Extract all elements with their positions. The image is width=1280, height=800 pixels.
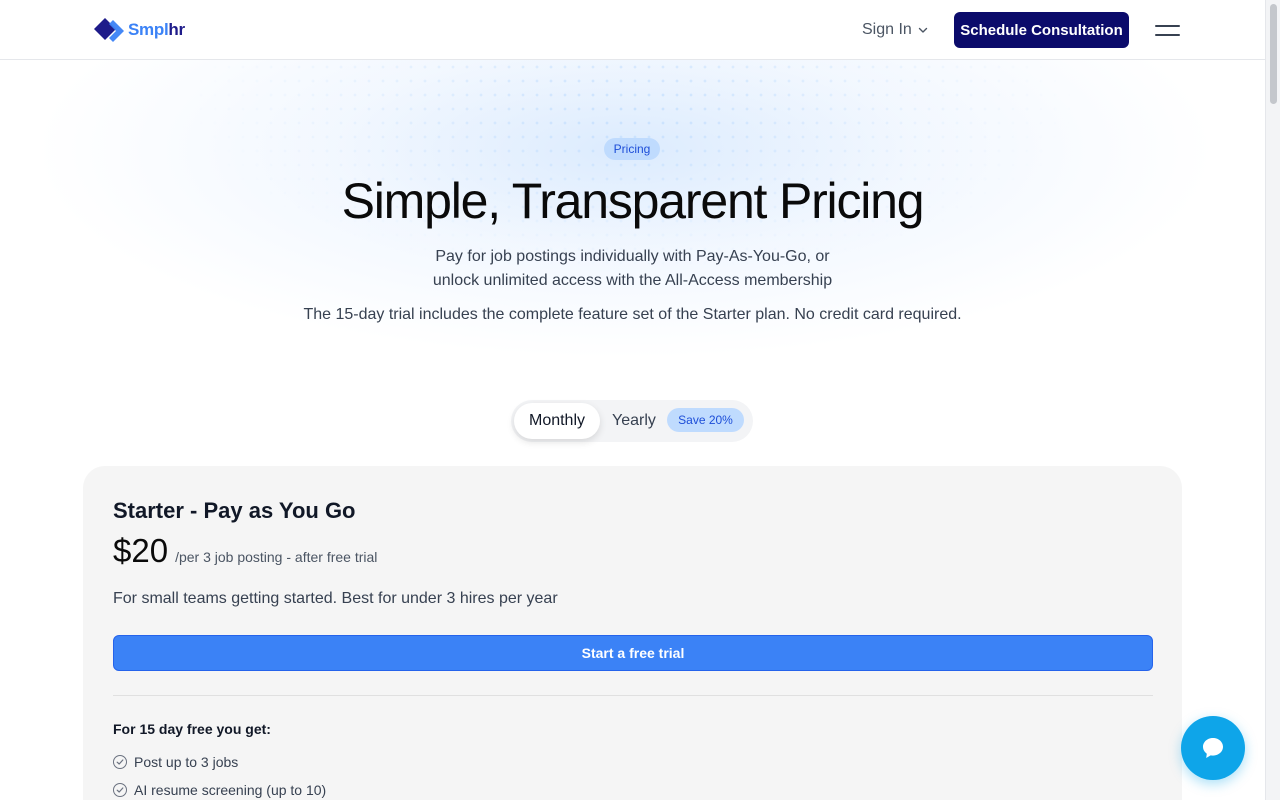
schedule-consultation-button[interactable]: Schedule Consultation (954, 12, 1129, 48)
plan-name: Starter - Pay as You Go (113, 498, 356, 523)
toggle-monthly[interactable]: Monthly (514, 403, 600, 439)
feature-label: AI resume screening (up to 10) (134, 782, 327, 798)
hero-subtitle: Pay for job postings individually with P… (0, 245, 1265, 293)
page-scrollbar[interactable] (1265, 0, 1280, 800)
sign-in-label: Sign In (862, 21, 912, 38)
hamburger-line (1155, 33, 1180, 36)
logo-wordmark: Smplhr (128, 20, 185, 40)
site-header: Smplhr Sign In Schedule Consultation (0, 0, 1265, 60)
plan-description: For small teams getting started. Best fo… (113, 590, 558, 607)
start-free-trial-button[interactable]: Start a free trial (113, 635, 1153, 671)
check-circle-icon (113, 755, 127, 769)
list-item: Post up to 3 jobs (113, 748, 326, 776)
chat-bubble-icon (1203, 738, 1223, 758)
page-title: Simple, Transparent Pricing (341, 173, 925, 229)
plan-divider (113, 695, 1153, 696)
check-circle-icon (113, 783, 127, 797)
chat-launcher-button[interactable] (1181, 716, 1245, 780)
features-title: For 15 day free you get: (113, 721, 271, 737)
feature-label: Post up to 3 jobs (134, 754, 239, 770)
plan-price-row: $20 /per 3 job posting - after free tria… (113, 532, 377, 570)
pricing-pill-badge: Pricing (604, 138, 660, 160)
sign-in-menu[interactable]: Sign In (862, 20, 928, 40)
feature-list: Post up to 3 jobs AI resume screening (u… (113, 748, 326, 800)
hamburger-icon[interactable] (1155, 20, 1180, 40)
smplhr-logo[interactable]: Smplhr (94, 17, 185, 43)
logo-wordmark-part1: Smpl (128, 20, 169, 39)
hero-subtitle-line-2: unlock unlimited access with the All-Acc… (432, 272, 833, 289)
scrollbar-thumb[interactable] (1270, 4, 1277, 104)
save-badge[interactable]: Save 20% (667, 408, 744, 432)
hero-subtitle-line-1: Pay for job postings individually with P… (435, 248, 830, 265)
billing-period-toggle: Monthly Yearly Save 20% (511, 400, 753, 442)
logo-wordmark-part2: hr (168, 20, 185, 39)
hamburger-line (1155, 24, 1180, 27)
logo-mark-icon (94, 18, 124, 42)
toggle-yearly[interactable]: Yearly (612, 403, 656, 439)
trial-note: The 15-day trial includes the complete f… (303, 306, 962, 323)
chevron-down-icon (918, 27, 928, 33)
list-item: AI resume screening (up to 10) (113, 776, 326, 800)
plan-card-starter: Starter - Pay as You Go $20 /per 3 job p… (83, 466, 1182, 800)
plan-price: $20 (113, 532, 169, 569)
plan-price-unit: /per 3 job posting - after free trial (175, 549, 378, 565)
